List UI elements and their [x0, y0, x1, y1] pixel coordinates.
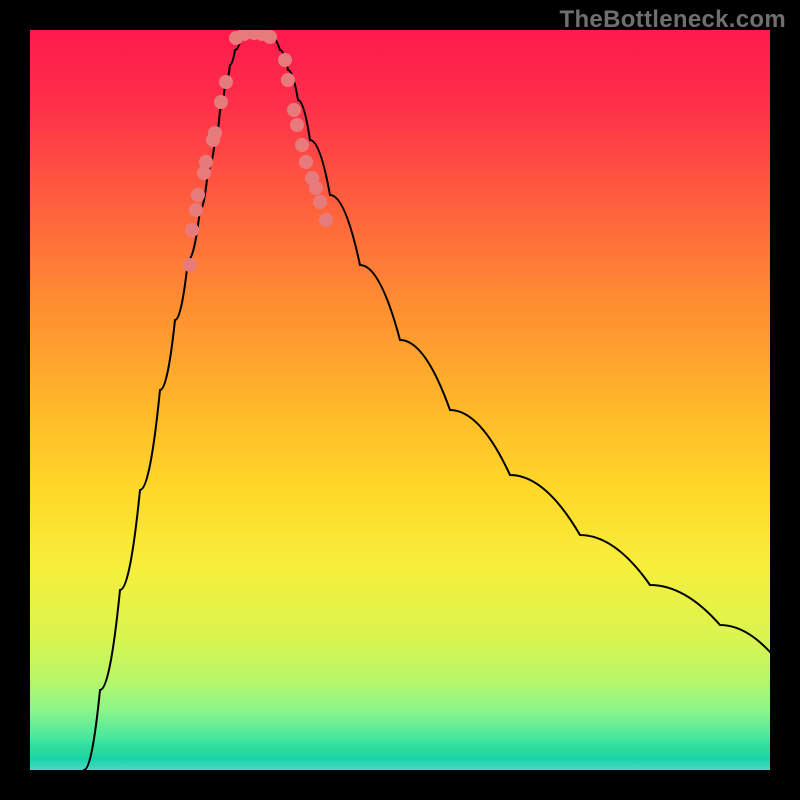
data-dot — [287, 103, 301, 117]
data-dot — [191, 188, 205, 202]
data-dot — [189, 203, 203, 217]
data-dot — [278, 53, 292, 67]
right-curve — [270, 35, 770, 652]
data-dot — [281, 73, 295, 87]
data-dot — [208, 126, 222, 140]
data-dot — [295, 138, 309, 152]
data-dot — [299, 155, 313, 169]
data-dot — [183, 258, 197, 272]
data-dot — [290, 118, 304, 132]
data-dot — [319, 213, 333, 227]
data-dot — [313, 195, 327, 209]
data-dot — [263, 30, 277, 44]
plot-area — [30, 30, 770, 770]
data-dot — [219, 75, 233, 89]
data-dot — [309, 181, 323, 195]
chart-frame: TheBottleneck.com — [0, 0, 800, 800]
data-dot — [214, 95, 228, 109]
data-dot — [185, 223, 199, 237]
left-curve — [84, 35, 242, 770]
curves-svg — [30, 30, 770, 770]
data-dot — [199, 155, 213, 169]
scatter-dots — [183, 30, 333, 272]
